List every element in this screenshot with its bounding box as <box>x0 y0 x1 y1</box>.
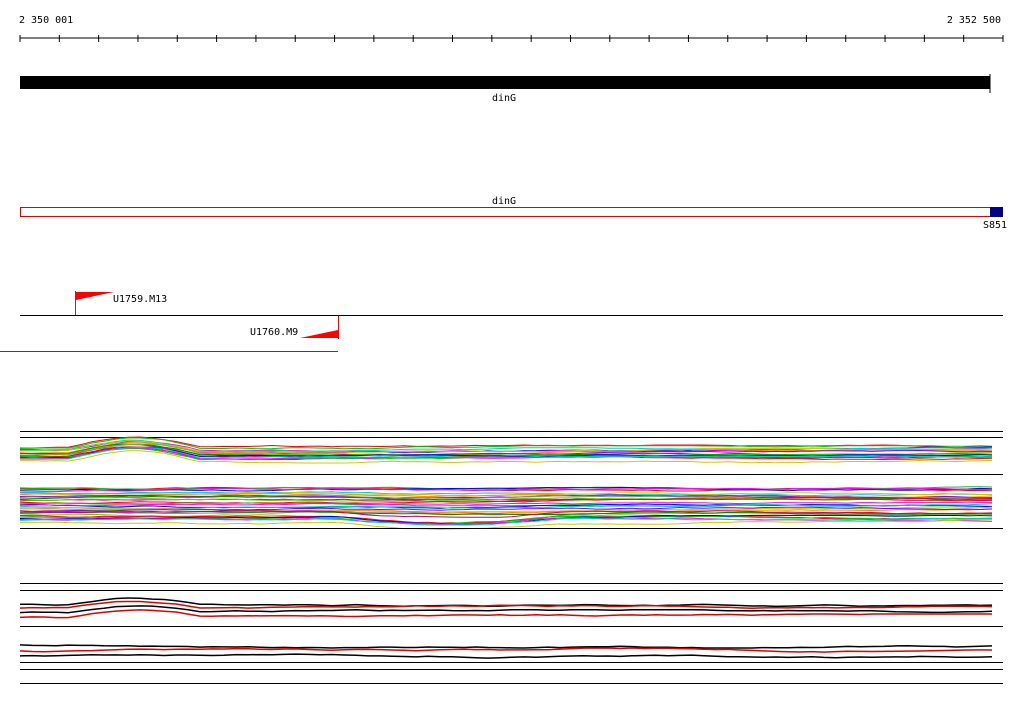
expression-signal-tracks <box>19 431 1003 530</box>
transcript-box-ding[interactable] <box>20 207 991 217</box>
ruler-end-label: 2 352 500 <box>947 15 1001 26</box>
reverse-oligo-label: U1760.M9 <box>250 327 298 338</box>
transcript-label: dinG <box>492 196 516 207</box>
signal-line <box>19 647 993 653</box>
forward-oligo-label: U1759.M13 <box>113 294 167 305</box>
end-feature-block[interactable] <box>990 207 1003 217</box>
gene-label: dinG <box>492 93 516 104</box>
signal-line <box>19 644 993 649</box>
summary-lines-upper <box>19 597 993 619</box>
oligo-track[interactable]: U1759.M13 U1760.M9 <box>0 291 1003 352</box>
genome-browser-canvas: 2 350 001 2 352 500 dinG dinG S851 U1759… <box>0 15 1008 684</box>
signal-lines-upper-strand <box>19 436 993 464</box>
reverse-oligo-flag[interactable] <box>300 330 338 338</box>
coordinate-ruler: 2 350 001 2 352 500 <box>19 15 1004 42</box>
transcript-track[interactable]: dinG S851 <box>20 196 1008 231</box>
summary-signal-tracks <box>19 583 1003 684</box>
end-feature-label: S851 <box>983 220 1007 231</box>
ruler-start-label: 2 350 001 <box>19 15 73 26</box>
summary-lines-lower <box>19 644 993 659</box>
signal-lines-lower-strand <box>19 486 993 530</box>
gene-bar-ding[interactable] <box>20 76 990 89</box>
gene-track[interactable]: dinG <box>20 74 991 104</box>
signal-line <box>19 653 993 659</box>
forward-oligo-flag[interactable] <box>76 292 114 300</box>
